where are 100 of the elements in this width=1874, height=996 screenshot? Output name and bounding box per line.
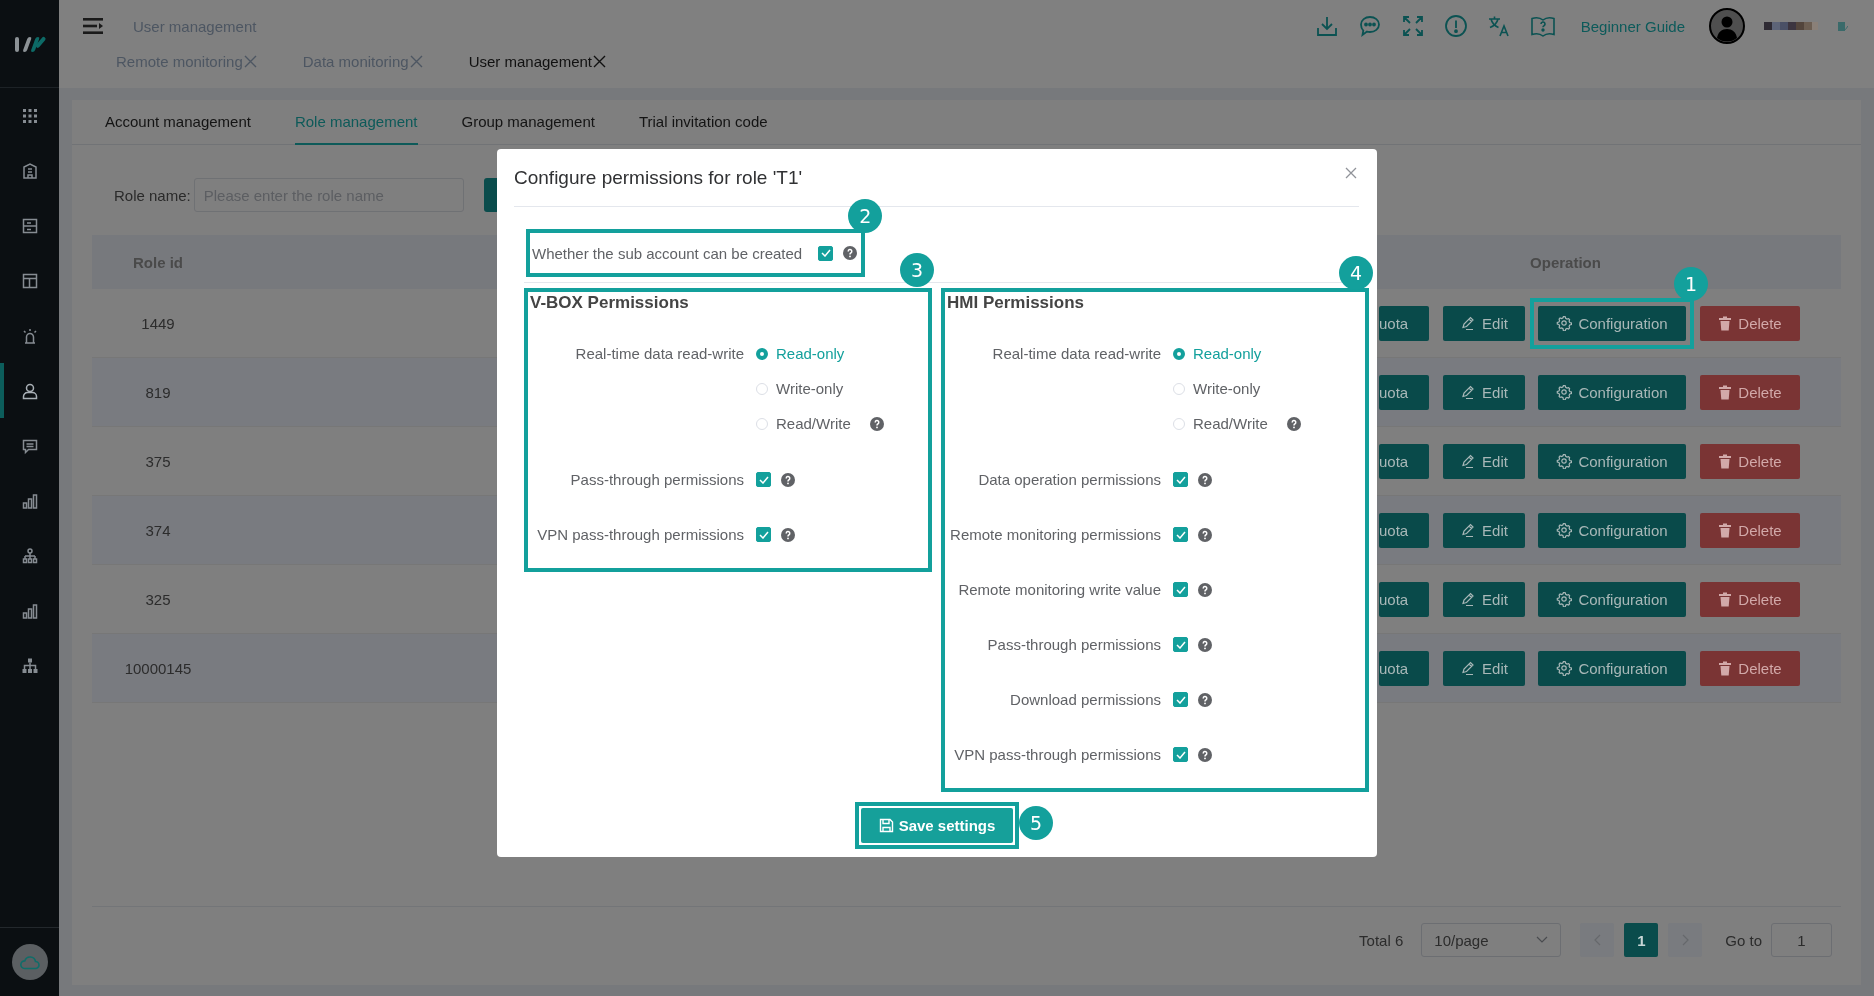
configuration-button[interactable]: Configuration [1538, 581, 1686, 617]
bar-chart-icon [20, 491, 39, 510]
help-icon[interactable] [781, 527, 795, 542]
checkbox[interactable] [1173, 582, 1188, 597]
edit-button[interactable]: Edit [1443, 650, 1525, 686]
fullscreen-icon[interactable] [1400, 14, 1425, 38]
save-button[interactable]: Save settings [861, 808, 1013, 843]
help-icon[interactable] [1198, 692, 1212, 707]
permission-label: Whether the sub account can be created [532, 244, 803, 262]
configuration-button[interactable]: Configuration [1538, 374, 1686, 410]
grid-icon [20, 106, 39, 125]
page-button[interactable]: 1 [1624, 923, 1659, 957]
configuration-button[interactable]: Configuration [1538, 305, 1686, 341]
help-icon[interactable] [1198, 472, 1212, 487]
permission-label: Data operation permissions [978, 471, 1161, 488]
delete-button[interactable]: Delete [1700, 512, 1800, 548]
checkbox[interactable] [818, 245, 834, 261]
close-icon[interactable] [1345, 166, 1357, 179]
quota-button[interactable]: uota [1379, 650, 1429, 686]
status-icon [1838, 21, 1848, 31]
page-size-select[interactable]: 10/page [1421, 923, 1562, 957]
info-icon[interactable] [1443, 14, 1468, 38]
checkbox[interactable] [1173, 637, 1188, 652]
quota-button[interactable]: uota [1379, 374, 1429, 410]
panel-title: V-BOX Permissions [530, 292, 690, 314]
help-icon[interactable] [870, 416, 884, 431]
checkbox[interactable] [756, 472, 771, 487]
checkbox[interactable] [1173, 472, 1188, 487]
bar-chart-icon [20, 601, 39, 620]
radio-option[interactable]: Read/Write [1173, 415, 1285, 432]
permission-label: Download permissions [1010, 691, 1161, 708]
checkbox[interactable] [1173, 692, 1188, 707]
edit-button[interactable]: Edit [1443, 512, 1525, 548]
tab[interactable]: Account management [105, 100, 251, 145]
help-icon[interactable] [1198, 527, 1212, 542]
delete-button[interactable]: Delete [1700, 305, 1800, 341]
total-count: Total 6 [1359, 931, 1404, 949]
edit-button[interactable]: Edit [1443, 443, 1525, 479]
close-icon[interactable] [593, 54, 607, 68]
callout-badge: 4 [1339, 256, 1373, 290]
tab[interactable]: Trial invitation code [638, 100, 768, 145]
panel-title: HMI Permissions [947, 292, 1085, 314]
tab[interactable]: Group management [461, 100, 595, 145]
radio-option[interactable]: Read-only [1173, 345, 1285, 362]
radio-option[interactable]: Read/Write [756, 415, 868, 432]
table-cell: 10000145 [124, 659, 192, 677]
checkbox[interactable] [1173, 527, 1188, 542]
edit-button[interactable]: Edit [1443, 374, 1525, 410]
table-cell: 1449 [141, 314, 175, 332]
chat-icon[interactable] [1357, 14, 1382, 38]
help-book-icon[interactable] [1529, 14, 1556, 38]
checkbox[interactable] [1173, 747, 1188, 762]
help-icon[interactable] [1198, 747, 1212, 762]
permission-label: Pass-through permissions [987, 636, 1161, 653]
permission-label: Remote monitoring write value [958, 581, 1161, 598]
trash-icon [1718, 522, 1733, 538]
delete-button[interactable]: Delete [1700, 650, 1800, 686]
delete-button[interactable]: Delete [1700, 443, 1800, 479]
avatar-icon[interactable] [1709, 8, 1745, 44]
delete-button[interactable]: Delete [1700, 581, 1800, 617]
checkbox[interactable] [756, 527, 771, 542]
radio-option[interactable]: Write-only [756, 380, 868, 397]
translate-icon[interactable] [1486, 14, 1511, 38]
quota-button[interactable]: uota [1379, 443, 1429, 479]
permission-label: Real-time data read-write [575, 345, 744, 362]
help-icon[interactable] [1198, 637, 1212, 652]
help-icon[interactable] [843, 246, 858, 260]
permission-label: VPN pass-through permissions [954, 746, 1161, 763]
edit-button[interactable]: Edit [1443, 581, 1525, 617]
table-cell: 375 [145, 452, 171, 470]
building-icon [20, 161, 39, 180]
radio-option[interactable]: Read-only [756, 345, 868, 362]
redacted-name-icon [1764, 22, 1818, 30]
help-icon[interactable] [781, 472, 795, 487]
chevron-down-icon [1536, 936, 1549, 944]
page-input[interactable]: 1 [1771, 923, 1832, 957]
download-icon[interactable] [1314, 14, 1339, 38]
layout-icon [20, 271, 39, 290]
quota-button[interactable]: uota [1379, 581, 1429, 617]
table-cell: 325 [145, 590, 171, 608]
menu-icon[interactable] [83, 18, 105, 34]
permission-label: VPN pass-through permissions [537, 526, 744, 543]
help-icon[interactable] [1198, 582, 1212, 597]
list-icon [20, 216, 39, 235]
user-icon [20, 381, 39, 400]
cloud-icon [18, 954, 41, 970]
network-icon [20, 546, 39, 565]
edit-button[interactable]: Edit [1443, 305, 1525, 341]
configuration-button[interactable]: Configuration [1538, 512, 1686, 548]
configuration-button[interactable]: Configuration [1538, 443, 1686, 479]
callout-badge: 5 [1019, 806, 1053, 840]
page-tab[interactable]: User management [468, 52, 607, 70]
gear-icon [1556, 522, 1573, 538]
delete-button[interactable]: Delete [1700, 374, 1800, 410]
configuration-button[interactable]: Configuration [1538, 650, 1686, 686]
radio-option[interactable]: Write-only [1173, 380, 1285, 397]
quota-button[interactable]: uota [1379, 305, 1429, 341]
help-icon[interactable] [1287, 416, 1301, 431]
cloud-button[interactable] [11, 944, 48, 980]
quota-button[interactable]: uota [1379, 512, 1429, 548]
